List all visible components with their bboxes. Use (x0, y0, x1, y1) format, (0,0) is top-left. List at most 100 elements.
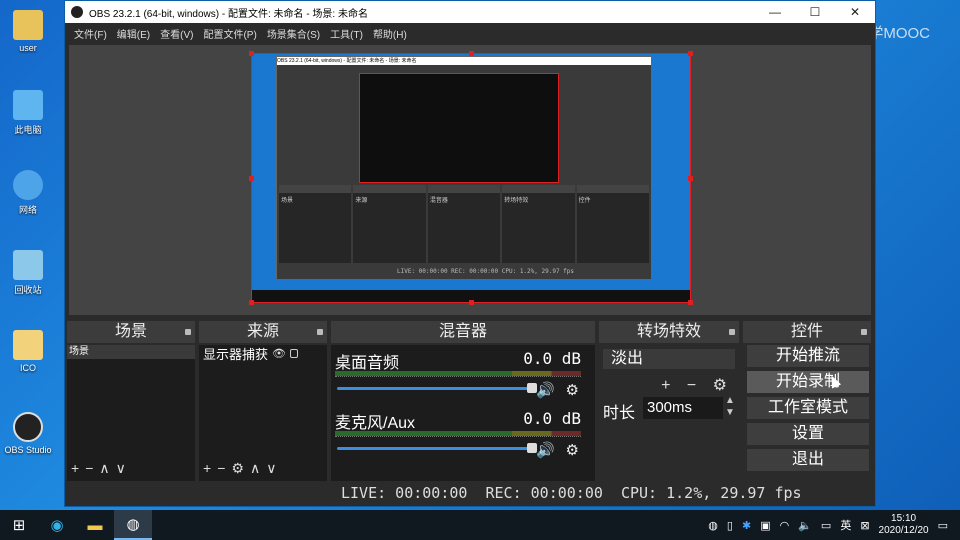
desktop-icon-label: user (19, 43, 37, 53)
menu-tools[interactable]: 工具(T) (325, 26, 368, 41)
transitions-body: 淡出 + − ⚙ 时长 300ms ▲ ▼ (599, 345, 739, 481)
battery-icon[interactable]: ▭ (821, 519, 831, 532)
scenes-dock-header: 场景 (67, 321, 195, 343)
resize-handle[interactable] (469, 51, 474, 56)
menu-file[interactable]: 文件(F) (69, 26, 112, 41)
move-up-icon[interactable]: ∧ (250, 460, 260, 477)
source-properties-gear-icon[interactable]: ⚙ (231, 460, 244, 477)
undock-icon[interactable] (729, 329, 735, 335)
desktop-icon-label: OBS Studio (4, 445, 52, 455)
studio-mode-button[interactable]: 工作室模式 (747, 397, 869, 419)
resize-handle[interactable] (469, 300, 474, 305)
volume-slider[interactable] (337, 383, 537, 393)
add-scene-icon[interactable]: + (71, 460, 79, 477)
remove-scene-icon[interactable]: − (85, 460, 93, 477)
user-folder-icon (13, 10, 43, 40)
desktop-icon-ico[interactable]: ICO (0, 330, 56, 373)
close-button[interactable]: ✕ (835, 5, 875, 19)
title-bar: OBS 23.2.1 (64-bit, windows) - 配置文件: 未命名… (65, 1, 875, 23)
dock-area: 场景 场景 + − ∧ ∨ 来源 显示器捕获 👁 + − ⚙ ∧ ∨ 混音器 桌… (67, 321, 875, 481)
controls-dock-header: 控件 (743, 321, 871, 343)
source-label: 显示器捕获 (203, 346, 269, 362)
menu-edit[interactable]: 编辑(E) (112, 26, 155, 41)
desktop-icon-recycle-bin[interactable]: 回收站 (0, 250, 56, 296)
gear-icon[interactable]: ⚙ (566, 441, 579, 459)
bluetooth-icon[interactable]: ✱ (742, 519, 751, 532)
remove-source-icon[interactable]: − (217, 460, 225, 477)
taskbar: ⊞ ◉ ▬ ◍ ◍ ▯ ✱ ▣ ◠ 🔈 ▭ 英 ⊠ 15:10 2020/12/… (0, 510, 960, 540)
edge-browser-icon[interactable]: ◉ (38, 510, 76, 540)
undock-icon[interactable] (185, 329, 191, 335)
desktop-icon-network[interactable]: 网络 (0, 170, 56, 216)
preview-canvas[interactable]: OBS 23.2.1 (64-bit, windows) - 配置文件: 未命名… (69, 45, 871, 315)
captured-preview (359, 73, 559, 183)
obs-tray-icon[interactable]: ◍ (708, 519, 718, 532)
sources-title: 来源 (246, 323, 279, 340)
status-bar: LIVE: 00:00:00 REC: 00:00:00 CPU: 1.2%, … (341, 484, 802, 502)
mixer-title: 混音器 (438, 323, 487, 340)
captured-docks: 场景 来源 混音器 转场特效 控件 (277, 185, 651, 263)
resize-handle[interactable] (688, 51, 693, 56)
desktop-icon-obs[interactable]: OBS Studio (0, 412, 56, 455)
display-capture-source[interactable]: OBS 23.2.1 (64-bit, windows) - 配置文件: 未命名… (249, 51, 693, 305)
maximize-button[interactable]: ☐ (795, 5, 835, 19)
minimize-button[interactable]: — (755, 5, 795, 19)
desktop-icon-user[interactable]: user (0, 10, 56, 53)
menu-profile[interactable]: 配置文件(P) (198, 26, 261, 41)
duration-field[interactable]: 300ms (643, 397, 723, 419)
captured-dock: 混音器 (427, 185, 501, 263)
settings-button[interactable]: 设置 (747, 423, 869, 445)
scenes-toolbar: + − ∧ ∨ (71, 460, 126, 477)
volume-icon[interactable]: 🔈 (798, 519, 812, 532)
source-item[interactable]: 显示器捕获 👁 (199, 345, 327, 361)
clock[interactable]: 15:10 2020/12/20 (879, 513, 929, 537)
resize-handle[interactable] (249, 51, 254, 56)
desktop-icon-this-pc[interactable]: 此电脑 (0, 90, 56, 136)
file-icon (13, 330, 43, 360)
start-recording-button[interactable]: 开始录制 (747, 371, 869, 393)
volume-slider[interactable] (337, 443, 537, 453)
exit-button[interactable]: 退出 (747, 449, 869, 471)
menu-view[interactable]: 查看(V) (155, 26, 198, 41)
undock-icon[interactable] (317, 329, 323, 335)
desktop-icon-label: ICO (19, 363, 36, 373)
duration-spinner[interactable]: ▲ ▼ (725, 395, 735, 419)
speaker-icon[interactable]: 🔊 (536, 381, 555, 399)
move-down-icon[interactable]: ∨ (116, 460, 126, 477)
captured-dock: 场景 (279, 185, 352, 263)
menu-scene-collection[interactable]: 场景集合(S) (262, 26, 325, 41)
resize-handle[interactable] (688, 176, 693, 181)
file-explorer-icon[interactable]: ▬ (76, 510, 114, 540)
lock-icon[interactable] (289, 348, 298, 358)
notification-icon[interactable]: ▭ (938, 519, 948, 532)
mixer-track-mic: 麦克风/Aux 0.0 dB 🔊 ⚙ (331, 405, 595, 465)
gear-icon[interactable]: ⚙ (566, 381, 579, 399)
sources-dock-header: 来源 (199, 321, 327, 343)
security-icon[interactable]: ▣ (760, 519, 770, 532)
wifi-icon[interactable]: ◠ (780, 519, 790, 532)
controls-dock: 控件 开始推流 开始录制 工作室模式 设置 退出 (743, 321, 871, 481)
transition-select[interactable]: 淡出 (603, 349, 735, 369)
move-down-icon[interactable]: ∨ (266, 460, 276, 477)
resize-handle[interactable] (249, 176, 254, 181)
add-source-icon[interactable]: + (203, 460, 211, 477)
undock-icon[interactable] (861, 329, 867, 335)
resize-handle[interactable] (688, 300, 693, 305)
obs-taskbar-icon[interactable]: ◍ (114, 510, 152, 540)
transition-tools[interactable]: + − ⚙ (661, 375, 733, 395)
windows-start-icon[interactable]: ⊞ (0, 510, 38, 540)
scenes-list: 场景 + − ∧ ∨ (67, 345, 195, 481)
transitions-dock-header: 转场特效 (599, 321, 739, 343)
captured-dock: 来源 (353, 185, 426, 263)
start-streaming-button[interactable]: 开始推流 (747, 345, 869, 367)
speaker-icon[interactable]: 🔊 (536, 441, 555, 459)
input-method-icon[interactable]: ⊠ (860, 519, 869, 532)
scene-item[interactable]: 场景 (67, 345, 195, 359)
visibility-eye-icon[interactable]: 👁 (272, 347, 286, 360)
menu-help[interactable]: 帮助(H) (368, 26, 412, 41)
ime-indicator[interactable]: 英 (840, 517, 851, 533)
usb-icon[interactable]: ▯ (727, 519, 733, 532)
move-up-icon[interactable]: ∧ (99, 460, 109, 477)
resize-handle[interactable] (249, 300, 254, 305)
controls-body: 开始推流 开始录制 工作室模式 设置 退出 (743, 345, 871, 481)
